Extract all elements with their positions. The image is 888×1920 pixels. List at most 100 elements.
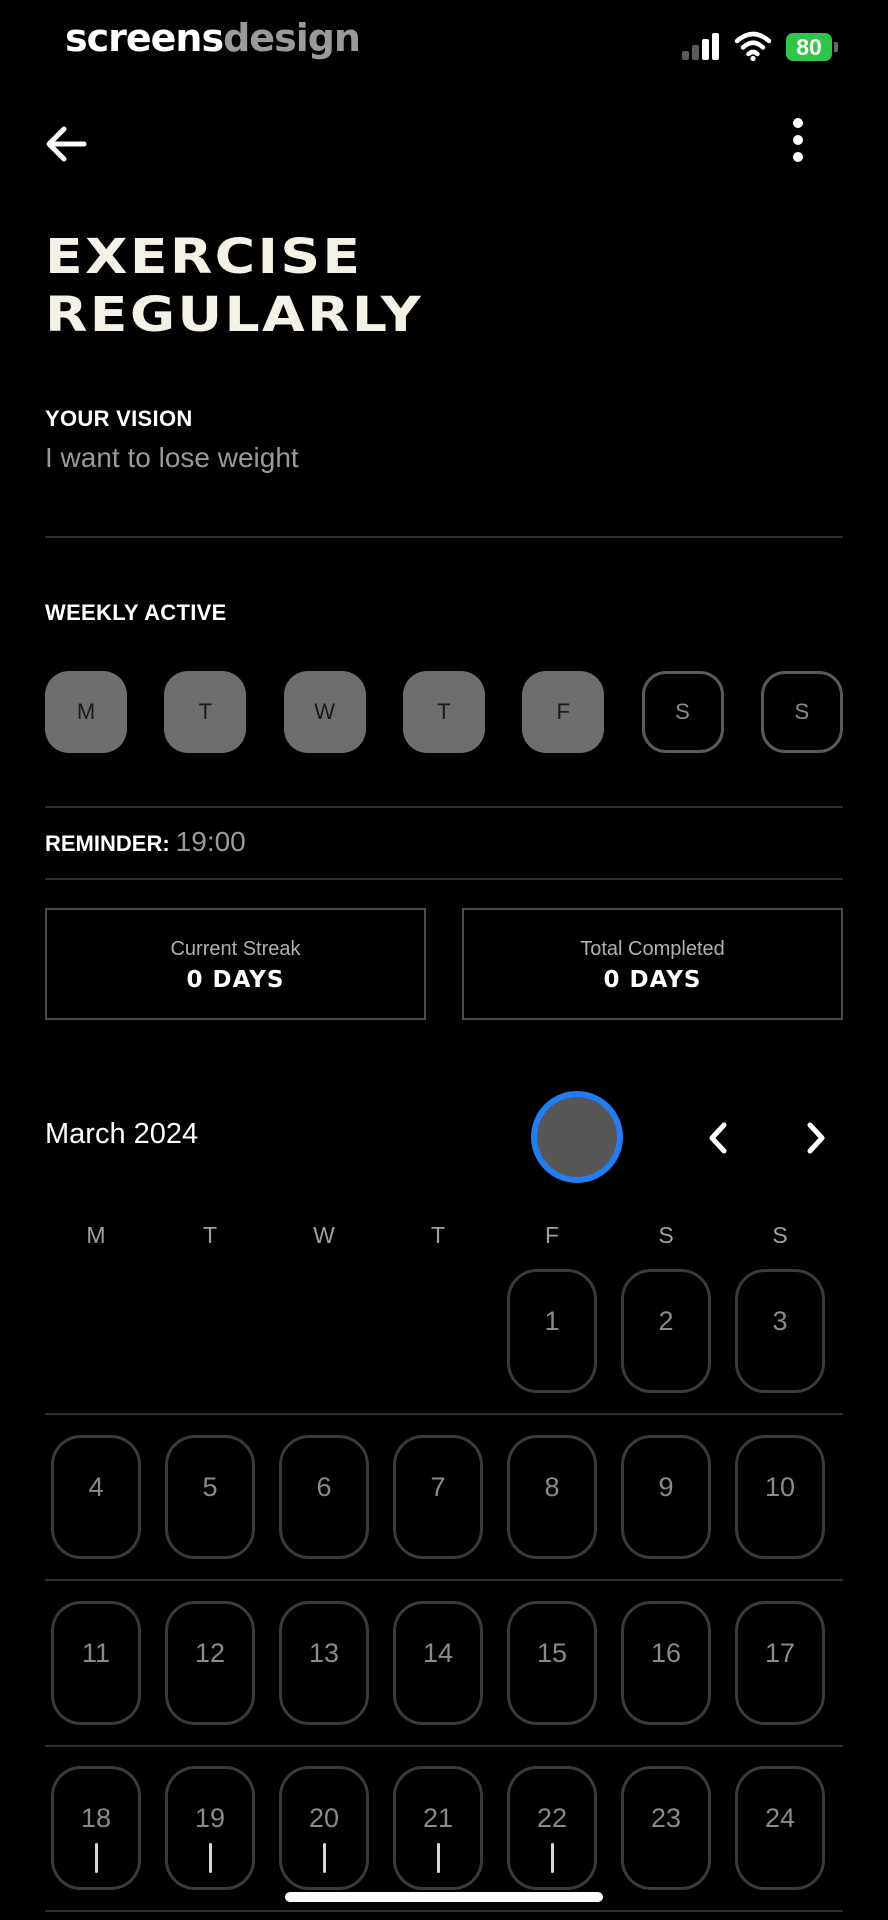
calendar-day-number: 6 (316, 1472, 332, 1502)
calendar-day-number: 5 (202, 1472, 218, 1502)
calendar-day-cell[interactable]: 22 (507, 1766, 597, 1890)
calendar-day-cell[interactable]: 13 (279, 1601, 369, 1725)
weekly-day-chip[interactable]: M (45, 671, 127, 753)
more-options-button[interactable] (780, 110, 816, 170)
calendar-weekday-header: F (544, 1222, 560, 1248)
weekly-day-chip[interactable]: S (760, 671, 843, 753)
calendar-day-cell[interactable]: 11 (51, 1601, 141, 1725)
weekly-day-chip[interactable]: F (522, 671, 605, 753)
calendar-day-number: 24 (764, 1803, 796, 1833)
habit-title: EXERCISE REGULARLY (45, 228, 888, 344)
vision-text[interactable]: I want to lose weight (45, 442, 299, 474)
calendar-day-cell[interactable]: 7 (393, 1435, 483, 1559)
vision-label: YOUR VISION (45, 406, 193, 431)
cellular-signal-icon (682, 30, 722, 60)
weekly-day-chip[interactable]: S (641, 671, 724, 753)
calendar-row-divider (45, 1910, 843, 1912)
calendar-day-cell[interactable]: 24 (735, 1766, 825, 1890)
brand-part1: screens (65, 16, 224, 60)
calendar-day-number: 7 (430, 1472, 446, 1502)
calendar-day-number: 16 (650, 1638, 682, 1668)
weekly-day-selector: MTWTFSS (45, 671, 843, 753)
calendar-day-cell[interactable]: 15 (507, 1601, 597, 1725)
current-streak-value: 0 DAYS (186, 967, 285, 993)
reminder-time: 19:00 (175, 826, 246, 857)
reminder-label: REMINDER: (45, 831, 170, 856)
calendar-day-number: 2 (658, 1306, 674, 1336)
calendar-day-cell[interactable]: 8 (507, 1435, 597, 1559)
back-button[interactable] (44, 118, 100, 170)
calendar-day-cell[interactable]: 20 (279, 1766, 369, 1890)
weekly-day-chip[interactable]: T (402, 671, 485, 753)
calendar-day-cell[interactable]: 4 (51, 1435, 141, 1559)
calendar-day-number: 23 (650, 1803, 682, 1833)
calendar-day-marker (209, 1843, 212, 1873)
calendar-row-divider (45, 1745, 843, 1747)
calendar-day-number: 21 (422, 1803, 454, 1833)
habit-title-line1: EXERCISE (45, 229, 363, 285)
previous-month-button[interactable] (700, 1118, 736, 1158)
divider (45, 536, 843, 538)
calendar-day-number: 13 (308, 1638, 340, 1668)
weekly-day-chip[interactable]: T (164, 671, 247, 753)
calendar-day-cell[interactable]: 17 (735, 1601, 825, 1725)
calendar-day-cell[interactable]: 12 (165, 1601, 255, 1725)
calendar-month-label: March 2024 (45, 1118, 199, 1150)
calendar-day-number: 18 (80, 1803, 112, 1833)
calendar-day-cell[interactable]: 6 (279, 1435, 369, 1559)
brand-part2: design (223, 16, 361, 60)
total-completed-card: Total Completed 0 DAYS (462, 908, 843, 1020)
home-indicator (285, 1892, 603, 1902)
calendar-day-number: 3 (772, 1306, 788, 1336)
calendar-day-number: 17 (764, 1638, 796, 1668)
calendar-day-number: 20 (308, 1803, 340, 1833)
chevron-left-icon (709, 1122, 727, 1154)
calendar-day-number: 11 (81, 1638, 111, 1668)
calendar-day-number: 14 (422, 1638, 454, 1668)
brand-logo: screensdesign (65, 16, 361, 60)
reminder-row[interactable]: REMINDER: 19:00 (45, 826, 246, 858)
calendar-row-divider (45, 1413, 843, 1415)
chevron-right-icon (807, 1122, 825, 1154)
calendar-day-number: 4 (88, 1472, 104, 1502)
next-month-button[interactable] (798, 1118, 834, 1158)
calendar-day-cell[interactable]: 1 (507, 1269, 597, 1393)
calendar-weekday-header: W (313, 1222, 335, 1248)
calendar-weekday-header: M (86, 1222, 106, 1248)
calendar-day-cell[interactable]: 3 (735, 1269, 825, 1393)
calendar-day-number: 9 (658, 1472, 674, 1502)
calendar-day-marker (551, 1843, 554, 1873)
status-bar: screensdesign 80 (0, 0, 888, 80)
calendar-day-cell[interactable]: 23 (621, 1766, 711, 1890)
current-streak-label: Current Streak (170, 938, 301, 960)
battery-level: 80 (796, 34, 822, 60)
battery-cap (834, 42, 838, 52)
calendar-day-number: 10 (764, 1472, 796, 1502)
total-completed-value: 0 DAYS (603, 967, 702, 993)
more-vertical-icon (793, 118, 803, 162)
wifi-icon (734, 31, 772, 62)
calendar-day-marker (437, 1843, 440, 1873)
calendar-day-cell[interactable]: 9 (621, 1435, 711, 1559)
calendar-day-cell[interactable]: 10 (735, 1435, 825, 1559)
calendar-row-divider (45, 1579, 843, 1581)
calendar-day-number: 1 (544, 1306, 560, 1336)
current-streak-card: Current Streak 0 DAYS (45, 908, 426, 1020)
arrow-left-icon (46, 126, 87, 162)
calendar-day-cell[interactable]: 18 (51, 1766, 141, 1890)
calendar-day-cell[interactable]: 5 (165, 1435, 255, 1559)
calendar-day-number: 19 (194, 1803, 226, 1833)
divider (45, 806, 843, 808)
calendar-day-marker (323, 1843, 326, 1873)
weekly-active-label: WEEKLY ACTIVE (45, 600, 227, 625)
calendar-day-cell[interactable]: 14 (393, 1601, 483, 1725)
calendar-day-cell[interactable]: 19 (165, 1766, 255, 1890)
calendar-day-cell[interactable]: 21 (393, 1766, 483, 1890)
calendar-day-cell[interactable]: 2 (621, 1269, 711, 1393)
weekly-day-chip[interactable]: W (283, 671, 366, 753)
calendar-day-marker (95, 1843, 98, 1873)
calendar-weekday-header: T (202, 1222, 218, 1248)
touch-indicator (531, 1091, 623, 1183)
calendar-day-cell[interactable]: 16 (621, 1601, 711, 1725)
habit-title-line2: REGULARLY (45, 287, 423, 343)
